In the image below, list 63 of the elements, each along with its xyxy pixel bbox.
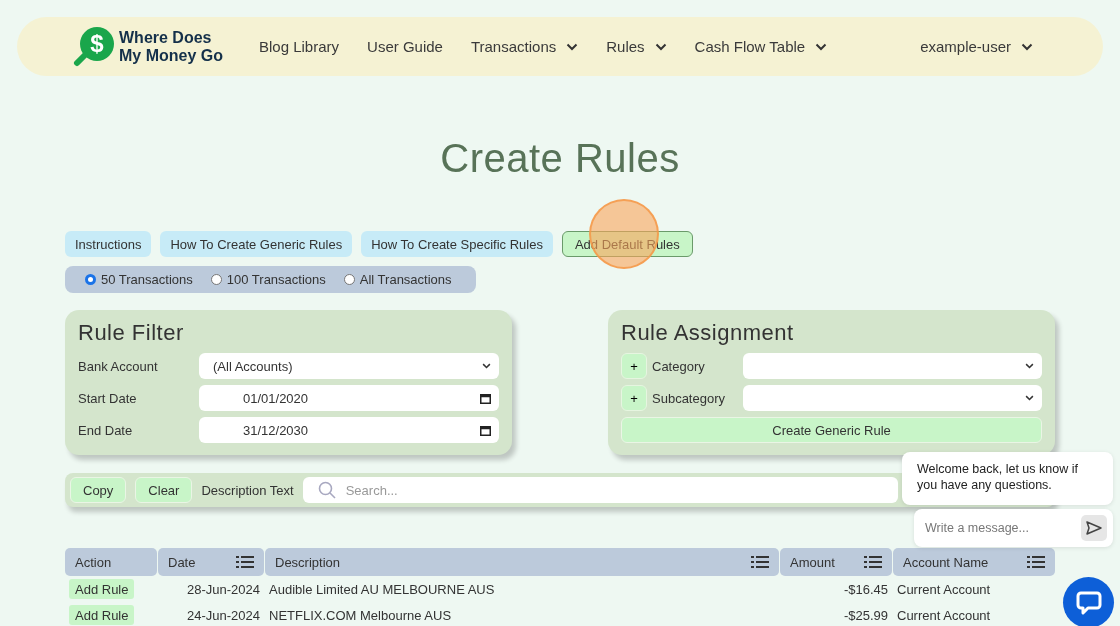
dropdown-field[interactable] — [743, 353, 1042, 379]
card-title: Rule Assignment — [621, 320, 795, 346]
date-field[interactable]: 31/12/2030 — [199, 417, 499, 443]
table-cell-text: Current Account — [896, 606, 992, 625]
table-cell-text: NETFLIX.COM Melbourne AUS — [268, 606, 453, 625]
calendar-icon — [480, 392, 491, 404]
chat-launcher-button[interactable] — [1063, 577, 1114, 626]
add-button[interactable]: + — [621, 353, 647, 379]
list-filter-icon[interactable] — [236, 555, 254, 569]
date-field[interactable]: 01/01/2020 — [199, 385, 499, 411]
add-rule-button[interactable]: Add Rule — [69, 605, 135, 625]
field-label: Start Date — [78, 390, 138, 406]
nav-link[interactable]: User Guide — [367, 38, 443, 55]
list-filter-icon[interactable] — [1027, 555, 1045, 569]
radio-option[interactable]: 100 Transactions — [210, 272, 326, 287]
column-header[interactable]: Account Name — [893, 548, 1055, 576]
nav-dropdown[interactable]: Rules — [606, 38, 667, 55]
radio-option[interactable]: All Transactions — [343, 272, 452, 287]
column-header[interactable]: Amount — [780, 548, 892, 576]
search-field[interactable]: Search... — [302, 477, 898, 503]
page-title: Create Rules — [439, 136, 681, 180]
help-button[interactable]: How To Create Generic Rules — [160, 231, 353, 257]
column-header[interactable]: Date — [158, 548, 264, 576]
list-filter-icon[interactable] — [864, 555, 882, 569]
card-title: Rule Filter — [78, 320, 185, 346]
add-rule-button[interactable]: Add Rule — [69, 579, 135, 599]
column-header[interactable]: Action — [65, 548, 157, 576]
help-button[interactable]: Instructions — [65, 231, 152, 257]
dropdown-field[interactable]: (All Accounts) — [199, 353, 499, 379]
user-menu[interactable]: example-user — [920, 38, 1033, 55]
dropdown-field[interactable] — [743, 385, 1042, 411]
table-cell-text: 28-Jun-2024 — [186, 580, 261, 599]
table-cell-text: Current Account — [896, 580, 992, 599]
nav-link[interactable]: Blog Library — [259, 38, 340, 55]
field-label: Bank Account — [78, 358, 159, 374]
column-header[interactable]: Description — [265, 548, 779, 576]
speech-bubble-icon — [1075, 589, 1102, 616]
table-cell-text: -$25.99 — [842, 606, 889, 625]
message-composer[interactable]: Write a message... — [914, 509, 1113, 547]
radio-button[interactable] — [343, 274, 355, 285]
radio-button[interactable] — [85, 274, 96, 285]
nav-dropdown[interactable]: Cash Flow Table — [694, 38, 828, 55]
brand-name[interactable]: Where Does My Money Go — [119, 28, 231, 65]
field-label: End Date — [78, 422, 134, 438]
field-label: Subcategory — [652, 390, 726, 406]
nav-dropdown[interactable]: Transactions — [470, 38, 579, 55]
radio-button[interactable] — [210, 274, 222, 285]
copy-button[interactable]: Copy — [70, 477, 127, 503]
field-label: Category — [652, 358, 706, 374]
create-generic-rule-button[interactable]: Create Generic Rule — [621, 417, 1042, 443]
send-button[interactable] — [1081, 515, 1107, 541]
table-cell-text: -$16.45 — [842, 580, 889, 599]
add-button[interactable]: + — [621, 385, 647, 411]
help-button[interactable]: How To Create Specific Rules — [361, 231, 553, 257]
list-filter-icon[interactable] — [751, 555, 769, 569]
table-cell-text: Audible Limited AU MELBOURNE AUS — [268, 580, 496, 599]
table-cell-text: 24-Jun-2024 — [186, 606, 261, 625]
send-icon — [1086, 521, 1102, 535]
calendar-icon — [480, 424, 491, 436]
clear-button[interactable]: Clear — [135, 477, 193, 503]
chat-message-toast: Welcome back, let us know if you have any questions. — [902, 452, 1113, 505]
radio-option[interactable]: 50 Transactions — [85, 272, 193, 287]
field-label: Description Text — [201, 482, 294, 498]
